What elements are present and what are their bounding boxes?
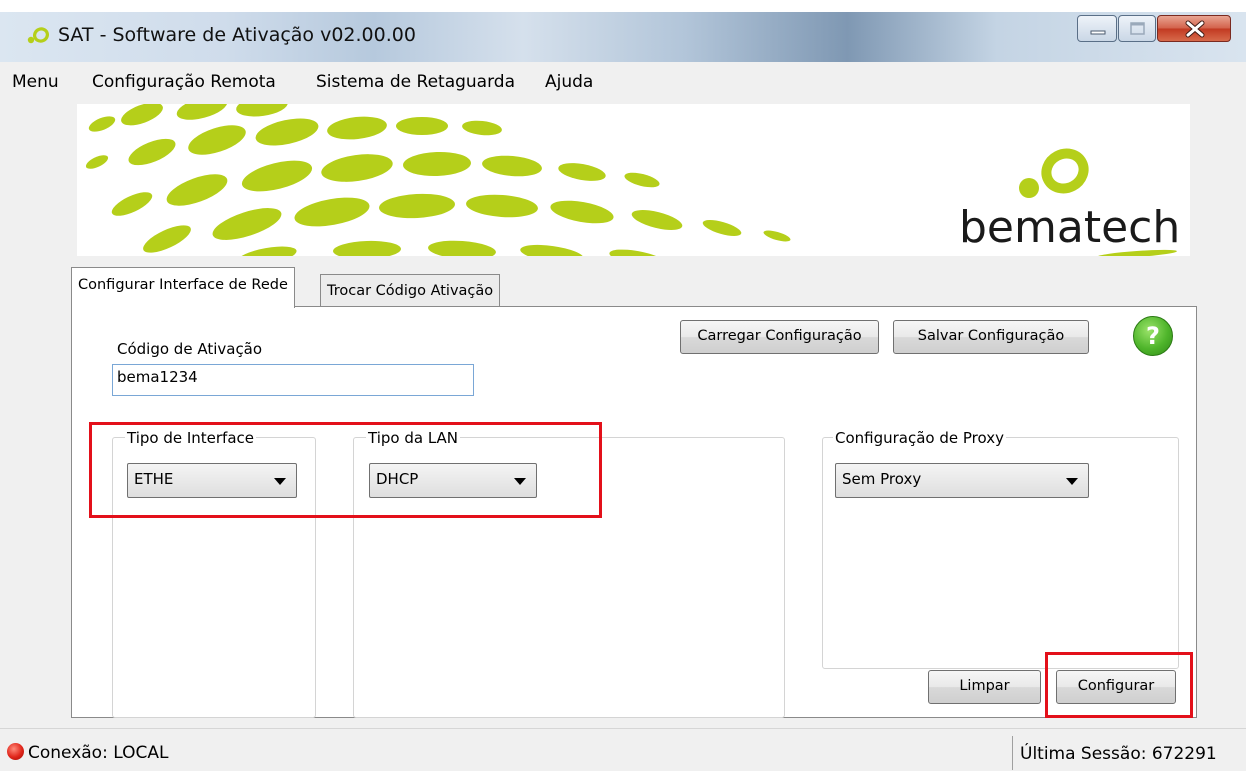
load-config-button[interactable]: Carregar Configuração — [680, 320, 879, 354]
title-bar[interactable]: SAT - Software de Ativação v02.00.00 — [0, 12, 1246, 62]
minimize-icon — [1090, 30, 1106, 35]
menu-item-ajuda[interactable]: Ajuda — [545, 72, 593, 92]
help-icon[interactable]: ? — [1133, 316, 1173, 356]
codigo-ativacao-label: Código de Ativação — [117, 340, 263, 358]
connection-status-icon — [7, 743, 24, 760]
menu-item-menu[interactable]: Menu — [12, 72, 59, 92]
codigo-ativacao-input[interactable]: bema1234 — [112, 364, 474, 396]
proxy-title: Configuração de Proxy — [833, 429, 1006, 447]
close-icon — [1185, 20, 1205, 38]
status-separator — [1012, 736, 1013, 770]
menu-item-sistema-retaguarda[interactable]: Sistema de Retaguarda — [316, 72, 515, 92]
last-session-status: Última Sessão: 672291 — [1020, 744, 1217, 764]
chevron-down-icon — [1066, 478, 1078, 485]
brand-name: bematech — [959, 202, 1181, 253]
proxy-value: Sem Proxy — [842, 470, 922, 488]
connection-status: Conexão: LOCAL — [7, 743, 168, 763]
close-button[interactable] — [1157, 15, 1231, 42]
maximize-button[interactable] — [1118, 15, 1156, 42]
menu-bar: Menu Configuração Remota Sistema de Reta… — [0, 62, 1246, 106]
app-logo-icon — [27, 27, 50, 44]
brand-banner: bematech — [77, 104, 1190, 256]
app-window: SAT - Software de Ativação v02.00.00 Men… — [0, 12, 1246, 771]
connection-status-text: Conexão: LOCAL — [28, 743, 169, 763]
highlight-configurar — [1045, 652, 1193, 718]
tab-configurar-interface[interactable]: Configurar Interface de Rede — [71, 267, 295, 308]
minimize-button[interactable] — [1077, 15, 1117, 42]
maximize-icon — [1130, 22, 1145, 35]
highlight-interface-lan — [89, 422, 602, 518]
tab-trocar-codigo[interactable]: Trocar Código Ativação — [320, 274, 501, 307]
save-config-button[interactable]: Salvar Configuração — [893, 320, 1089, 354]
proxy-select[interactable]: Sem Proxy — [835, 463, 1089, 498]
bematech-logo-icon — [1019, 148, 1089, 198]
limpar-button[interactable]: Limpar — [928, 670, 1041, 704]
window-title: SAT - Software de Ativação v02.00.00 — [58, 24, 416, 46]
menu-item-configuracao-remota[interactable]: Configuração Remota — [92, 72, 276, 92]
